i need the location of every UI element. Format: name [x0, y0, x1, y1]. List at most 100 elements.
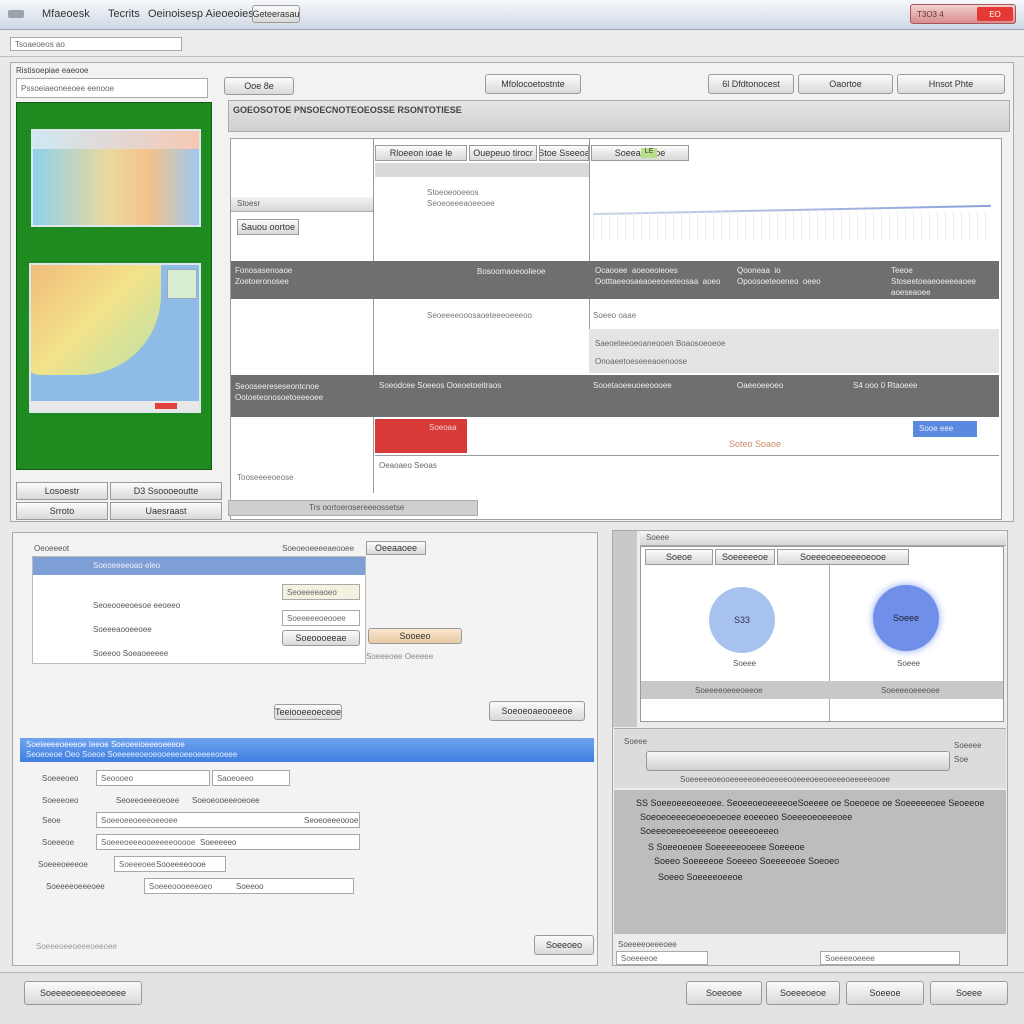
- grid-row-b-mid: Soeodcee Soeeos Ooeoetoeitraos: [379, 381, 502, 390]
- form-right-button[interactable]: Soeoeoaeooeeoe: [489, 701, 585, 721]
- form-row-6-label: Soeeeeoeeeoee: [46, 882, 105, 891]
- left-tab-4[interactable]: Uaesraast: [110, 502, 222, 520]
- right-button-1[interactable]: 6l Dfdtonocest: [708, 74, 794, 94]
- grid-blue-cell[interactable]: Sooe eee: [913, 421, 977, 437]
- grid-mid-text-1: Stoeoeooeeos Seoeoeeeaoeeoee: [427, 188, 495, 208]
- title-bar: Mfaeoesk Tecrits Oeinoisesp Aieoeoiesou …: [0, 0, 1024, 30]
- right-tab-3[interactable]: Soeeeoeeoeeeoeooe: [777, 549, 909, 565]
- grid-header-title: GOEOSOTOE PNSOECNOTEOEOSSE RSONTOTIESE: [233, 105, 462, 115]
- map-red-marker: [155, 403, 177, 409]
- form-row-4: Soeeeoee Oeeeee: [366, 652, 434, 661]
- right-button-2[interactable]: Oaortoe: [798, 74, 893, 94]
- form-top-right: Soeoeoeeeeaeooee: [282, 544, 355, 553]
- form-row-4-label: Soeeeoe: [42, 838, 75, 847]
- right-footer-field-1[interactable]: Soeeeeoe: [616, 951, 708, 965]
- form-side-field-1[interactable]: Seoeeeeaoeo: [282, 584, 360, 600]
- bottom-button-4[interactable]: Soeee: [930, 981, 1008, 1005]
- right-panel-sidebar: [613, 531, 637, 727]
- map-land-shape: [31, 265, 161, 375]
- left-tab-1[interactable]: Losoestr: [16, 482, 108, 500]
- grid-tab-4[interactable]: Soeeaoe ioe: [591, 145, 689, 161]
- form-top-button[interactable]: Oeeaaoee: [366, 541, 426, 555]
- form-side-field-3[interactable]: Sooeeo: [368, 628, 462, 644]
- center-button[interactable]: Mfolocoetostnte: [485, 74, 581, 94]
- form-row-2-field-a: Seoeeoeeeoeoee: [116, 796, 180, 805]
- right-panel-header-text: Soeee: [646, 533, 670, 542]
- grid-tab-3[interactable]: Stoe Sseeoa: [539, 145, 589, 161]
- address-field[interactable]: Tsoaeoeos ao: [10, 37, 182, 51]
- circle-1[interactable]: S33: [709, 587, 775, 653]
- grid-red-cell[interactable]: Soeoaa: [375, 419, 467, 453]
- bottom-button-3[interactable]: Soeeoe: [846, 981, 924, 1005]
- progress-caption: Soeeeeeoeooeeeeeoeeoeeeeooeeeoeeoeeeeoee…: [680, 775, 890, 784]
- top-status-bar: Trs oortoerosereeeossetse: [228, 500, 478, 516]
- form-row-3-label: Seoe: [42, 816, 61, 825]
- grid-red-cell-text: Soeoaa: [429, 423, 457, 432]
- grid-mid-text-2: Seoeeeeooosaoeteeeoeeeoo: [427, 311, 532, 320]
- form-row-1-label: Soeeeoeo: [42, 774, 79, 783]
- form-row-3: Soeeoo Soeaoeeeee: [93, 649, 169, 658]
- thumbnail-chart[interactable]: [31, 129, 201, 227]
- form-row-1: Seoeooeeoesoe eeoeeo: [93, 601, 181, 610]
- right-tab-1[interactable]: Soeoe: [645, 549, 713, 565]
- thumbnail-map[interactable]: [29, 263, 201, 413]
- form-row-4-field-b: Soeeeeeo: [200, 838, 237, 847]
- bottom-button-2[interactable]: Soeeeoeoe: [766, 981, 840, 1005]
- grid-tab-2[interactable]: Ouepeuo tirocr: [469, 145, 537, 161]
- grid-row-b-right1: Sooetaoeeuoeeoooee: [593, 381, 672, 390]
- window-title-b: Tecrits: [108, 8, 140, 20]
- grid-row-c-left: Tooseeeeoeose: [237, 473, 294, 482]
- form-mid-button[interactable]: Teeiooeeoeceoe: [274, 704, 342, 720]
- grid-header-strip: GOEOSOTOE PNSOECNOTEOEOSSE RSONTOTIESE: [228, 100, 1010, 132]
- grid-row-a-mid: Bosoomaoeoolieoe: [477, 267, 546, 276]
- sparkline-area: [593, 163, 993, 259]
- window-controls[interactable]: T3O3 4 EO: [910, 4, 1016, 24]
- nav-field[interactable]: Ooe 8e: [224, 77, 294, 95]
- circle-2-text: Soeee: [892, 613, 920, 623]
- data-grid: Stoesr Sauou oortoe Rloeeon ioae le Ouep…: [230, 138, 1002, 520]
- thumbnail-chart-header: [33, 131, 199, 149]
- form-footer-left: Soeeeoeeoeeeoeeoee: [36, 942, 117, 951]
- grid-left-header: Stoesr: [231, 197, 373, 212]
- form-row-line-6: Soeeeeoeeeoee Soeeeoooeeeoeo Soeeoo: [36, 876, 576, 896]
- form-rows: Soeeeoeo Seoooeo Saoeoeeo Soeeeoeo Seoee…: [36, 768, 576, 918]
- progress-section: Soeee Soeeee Soe Soeeeeeoeooeeeeeoeeoeee…: [614, 728, 1006, 788]
- grid-left-button[interactable]: Sauou oortoe: [237, 219, 299, 235]
- bottom-left-button[interactable]: Soeeeeoeeeoeeoeee: [24, 981, 142, 1005]
- grid-row-a-right1: Ocaooee aoeoeoieoes Ootttaeeosaeaoeeoeet…: [595, 266, 721, 286]
- bottom-button-1[interactable]: Soeeoee: [686, 981, 762, 1005]
- grid-tab-1[interactable]: Rloeeon ioae le: [375, 145, 467, 161]
- circle-2[interactable]: Soeee: [873, 585, 939, 651]
- form-side-field-2[interactable]: Soeeeeeoeooee: [282, 610, 360, 626]
- form-row-2-label: Soeeeoeo: [42, 796, 79, 805]
- right-tab-2[interactable]: Soeeeeeoe: [715, 549, 775, 565]
- notes-box: SS Soeeoeeeoeeoee. SeoeeoeoeeeeoeSoeeee …: [614, 790, 1006, 934]
- form-inner-header: Soeoeeeeoao eleo: [33, 557, 365, 575]
- top-status-text: Trs oortoerosereeeossetse: [309, 503, 405, 512]
- close-button[interactable]: EO: [977, 7, 1013, 21]
- left-tab-3[interactable]: Srroto: [16, 502, 108, 520]
- form-top-left: Oeoeeeot: [34, 544, 70, 553]
- form-row-line-1: Soeeeoeo Seoooeo Saoeoeeo: [36, 768, 576, 788]
- right-footer-field-2[interactable]: Soeeeeoeeee: [820, 951, 960, 965]
- progress-track: [646, 751, 950, 771]
- right-view-box: Soeoe Soeeeeeoe Soeeeoeeoeeeoeooe S33 So…: [640, 546, 1004, 722]
- form-row-2: Soeeeaooeeoee: [93, 625, 152, 634]
- form-row-line-3: Seoe Soeeoeeoeeeoeeoee Seoeoeeeoooe: [36, 810, 576, 830]
- grid-tab-4-badge: LE: [641, 148, 657, 158]
- form-footer-button[interactable]: Soeeoeo: [534, 935, 594, 955]
- form-row-3-field-b: Seoeoeeeoooe: [304, 816, 359, 825]
- left-tab-2[interactable]: D3 Ssoooeoutte: [110, 482, 222, 500]
- window-title-tab[interactable]: Geteerasau: [252, 5, 300, 23]
- circle-2-label: Soeee: [897, 659, 921, 668]
- note-4: S Soeeoeoee Soeeeeeooeee Soeeeoe: [648, 842, 805, 852]
- form-row-1-field-a[interactable]: Seoooeo: [96, 770, 210, 786]
- circle-1-label: Soeee: [733, 659, 757, 668]
- right-button-3[interactable]: Hnsot Phte: [897, 74, 1005, 94]
- form-row-1-field-b[interactable]: Saoeoeeo: [212, 770, 290, 786]
- side-search-field[interactable]: Pssoeiaeoneeoee eenooe: [16, 78, 208, 98]
- form-side-button[interactable]: Soeoooeeae: [282, 630, 360, 646]
- grid-row-a-left: Fonosasenoaoe Zoetoeronosee: [235, 266, 293, 286]
- grid-row-b-left: Seooseereseseontcnoe Ootoeteonosoetoeeeo…: [235, 382, 324, 402]
- note-2: Soeoeoeeeoeoeoeoeoee eoeeoeo Soeeeoeoeee…: [640, 812, 853, 822]
